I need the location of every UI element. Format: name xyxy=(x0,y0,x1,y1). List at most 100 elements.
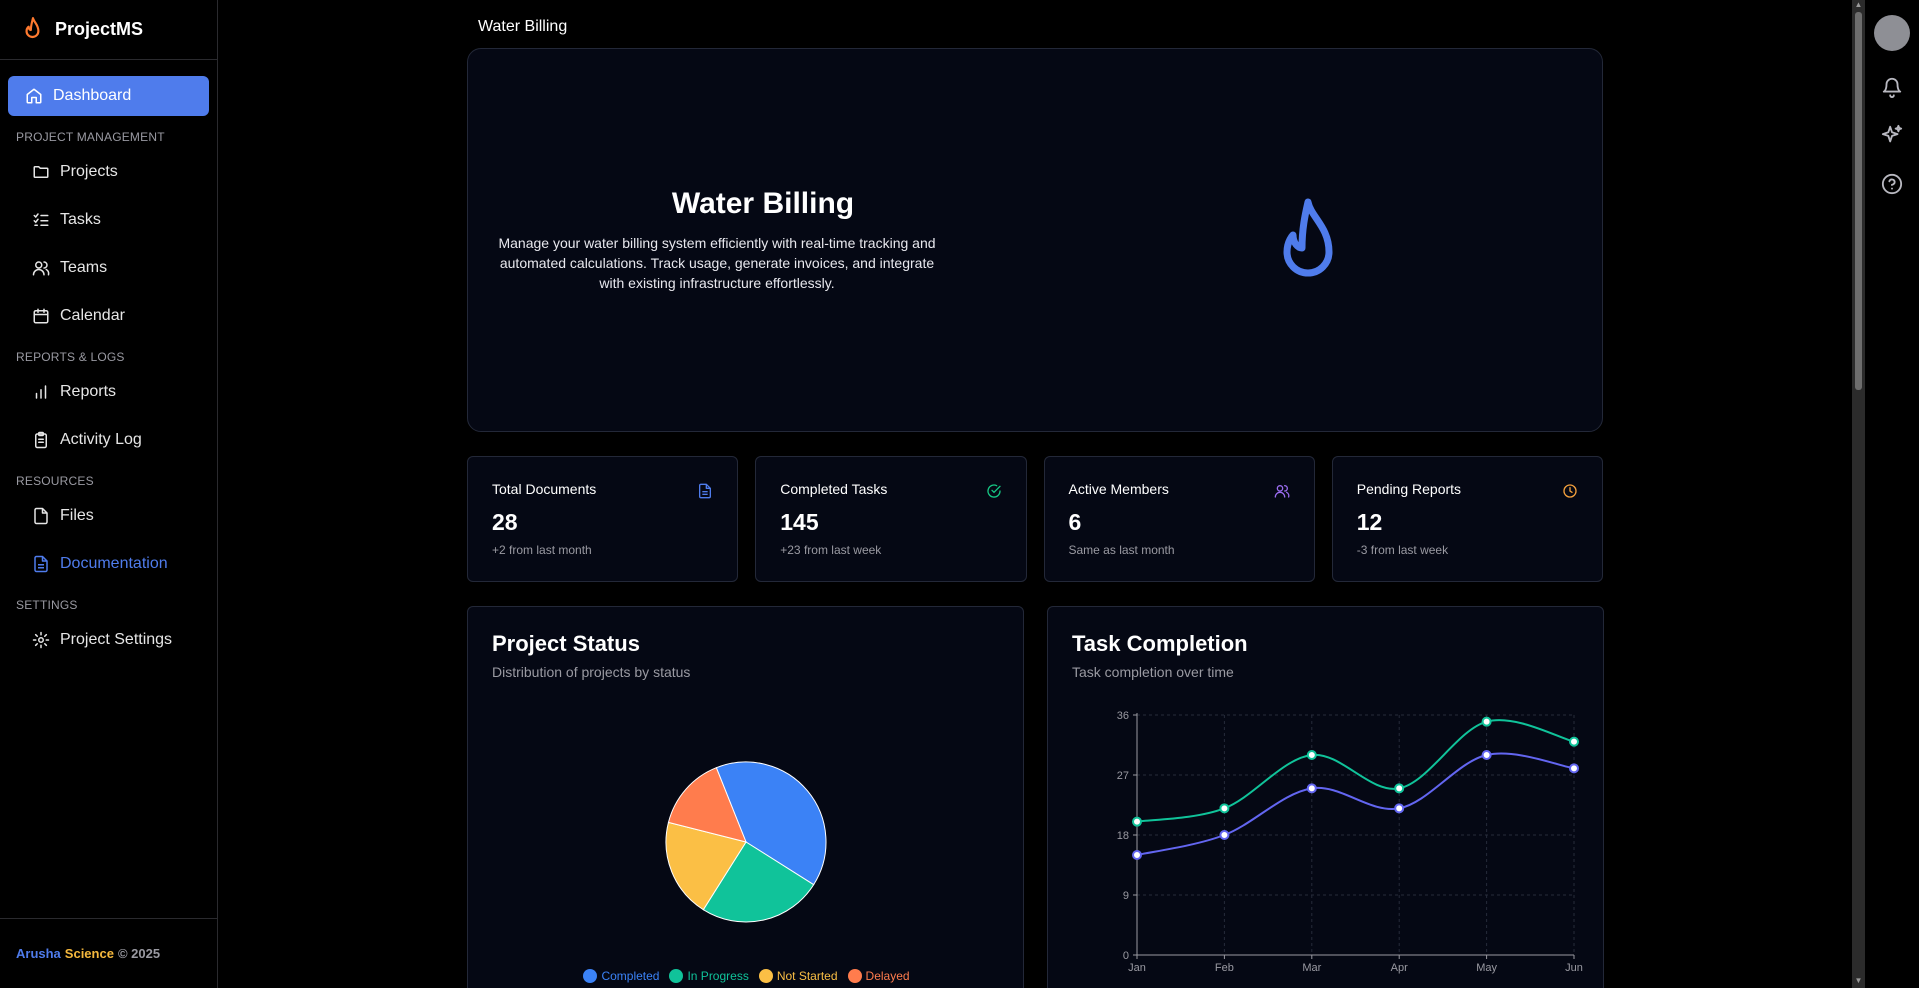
data-point[interactable] xyxy=(1569,736,1579,747)
section-resources: RESOURCES xyxy=(16,474,94,488)
legend-item-completed[interactable]: Completed xyxy=(583,969,659,983)
stat-note: +23 from last week xyxy=(780,543,882,557)
series-line-2 xyxy=(1136,752,1575,856)
x-tick-label: Jun xyxy=(1565,962,1583,974)
data-point[interactable] xyxy=(1219,830,1230,840)
sidebar-footer: Arusha Science © 2025 xyxy=(0,918,217,988)
sidebar-item-label: Project Settings xyxy=(60,631,173,648)
sidebar-item-documentation[interactable]: Documentation xyxy=(8,544,209,584)
section-project-management: PROJECT MANAGEMENT xyxy=(16,130,165,144)
sidebar-item-reports[interactable]: Reports xyxy=(8,372,209,412)
data-point[interactable] xyxy=(1394,803,1405,814)
sparkles-icon[interactable] xyxy=(1881,124,1903,146)
legend-label: Not Started xyxy=(776,969,838,983)
x-tick-label: Jan xyxy=(1128,962,1146,974)
sidebar-item-projects[interactable]: Projects xyxy=(8,152,209,192)
data-point[interactable] xyxy=(1481,750,1492,760)
stat-card-total-documents[interactable]: Total Documents 28 +2 from last month xyxy=(467,456,739,582)
stat-card-active-members[interactable]: Active Members 6 Same as last month xyxy=(1043,456,1315,582)
clipboard-icon xyxy=(35,431,47,449)
data-point[interactable] xyxy=(1306,783,1317,794)
data-point[interactable] xyxy=(1569,763,1579,774)
legend-item-not-started[interactable]: Not Started xyxy=(758,969,838,983)
y-tick-label: 18 xyxy=(1117,830,1129,842)
check-circle-icon xyxy=(986,484,1001,498)
stat-value: 28 xyxy=(492,509,518,535)
footer-science: Science xyxy=(64,946,114,961)
sidebar-item-label: Teams xyxy=(60,259,108,276)
gear-icon xyxy=(32,631,50,649)
legend-dot xyxy=(847,969,862,983)
stats-row: Total Documents 28 +2 from last month Co… xyxy=(467,456,1603,582)
brand[interactable]: ProjectMS xyxy=(0,0,217,60)
card-title: Project Status xyxy=(492,631,640,656)
sidebar-item-teams[interactable]: Teams xyxy=(8,248,209,288)
stat-note: -3 from last week xyxy=(1356,543,1449,557)
data-point[interactable] xyxy=(1306,750,1317,760)
sidebar-item-label: Reports xyxy=(60,383,117,400)
sidebar-item-label: Documentation xyxy=(60,555,168,572)
sidebar-item-tasks[interactable]: Tasks xyxy=(8,200,209,240)
hero-title: Water Billing xyxy=(671,187,855,220)
stat-note: Same as last month xyxy=(1068,543,1175,557)
brand-name: ProjectMS xyxy=(55,19,144,39)
sidebar-item-calendar[interactable]: Calendar xyxy=(8,296,209,336)
x-tick-label: May xyxy=(1476,962,1497,974)
scrollbar-thumb[interactable] xyxy=(1855,12,1862,390)
legend-dot xyxy=(583,969,598,983)
sidebar-item-project-settings[interactable]: Project Settings xyxy=(8,620,209,660)
pie-legend: Completed In Progress Not Started Delayed xyxy=(468,969,1025,983)
stat-card-pending-reports[interactable]: Pending Reports 12 -3 from last week xyxy=(1331,456,1603,582)
checklist-icon xyxy=(33,213,49,226)
scroll-up-arrow[interactable]: ▲ xyxy=(1853,0,1864,10)
sidebar-item-files[interactable]: Files xyxy=(8,496,209,536)
help-icon[interactable] xyxy=(1881,173,1903,195)
right-rail xyxy=(1866,0,1919,988)
sidebar-item-activity-log[interactable]: Activity Log xyxy=(8,420,209,460)
calendar-icon xyxy=(33,308,49,324)
sidebar-item-dashboard[interactable]: Dashboard xyxy=(8,76,209,116)
data-point[interactable] xyxy=(1481,716,1492,727)
pie-chart xyxy=(665,761,827,923)
sidebar-item-label: Projects xyxy=(60,163,118,180)
bar-chart-icon xyxy=(35,385,47,399)
legend-label: In Progress xyxy=(687,969,749,983)
flame-logo-icon xyxy=(25,16,40,38)
legend-label: Delayed xyxy=(865,969,910,983)
stat-value: 12 xyxy=(1356,509,1383,535)
sidebar-item-label: Tasks xyxy=(60,211,101,228)
footer-copyright: © 2025 xyxy=(117,946,161,961)
sidebar-item-label: Files xyxy=(60,507,94,524)
home-icon xyxy=(26,88,42,104)
data-point[interactable] xyxy=(1394,783,1405,794)
y-tick-label: 36 xyxy=(1117,710,1129,722)
flame-icon xyxy=(1283,198,1333,277)
scroll-down-arrow[interactable]: ▼ xyxy=(1853,976,1864,986)
app: ProjectMS Dashboard PROJECT MANAGEMENT P… xyxy=(0,0,1919,988)
data-point[interactable] xyxy=(1219,803,1230,814)
section-settings: SETTINGS xyxy=(16,598,78,612)
legend-item-in-progress[interactable]: In Progress xyxy=(669,969,749,983)
sidebar-item-label: Calendar xyxy=(60,307,125,324)
stat-value: 6 xyxy=(1068,509,1082,535)
bell-icon[interactable] xyxy=(1881,76,1903,98)
legend-item-delayed[interactable]: Delayed xyxy=(847,969,910,983)
x-tick-label: Apr xyxy=(1391,962,1408,974)
data-point[interactable] xyxy=(1132,850,1142,860)
hero-description: Manage your water billing system efficie… xyxy=(498,235,936,291)
document-icon xyxy=(34,555,48,573)
x-tick-label: Mar xyxy=(1302,962,1321,974)
avatar[interactable] xyxy=(1874,15,1910,51)
hero-card: Water Billing Manage your water billing … xyxy=(467,48,1603,432)
stat-note: +2 from last month xyxy=(492,543,592,557)
clock-icon xyxy=(1563,484,1577,498)
project-status-card: Project Status Distribution of projects … xyxy=(467,606,1024,988)
stat-card-completed-tasks[interactable]: Completed Tasks 145 +23 from last week xyxy=(755,456,1027,582)
footer-arusha: Arusha xyxy=(16,946,61,961)
data-point[interactable] xyxy=(1132,816,1142,827)
legend-label: Completed xyxy=(601,969,660,983)
sidebar-item-label: Activity Log xyxy=(60,431,142,448)
line-chart: 0 9 18 27 36 Jan Feb Mar Apr May Jun xyxy=(1117,710,1583,974)
y-tick-label: 0 xyxy=(1123,950,1129,962)
folder-icon xyxy=(33,166,49,178)
